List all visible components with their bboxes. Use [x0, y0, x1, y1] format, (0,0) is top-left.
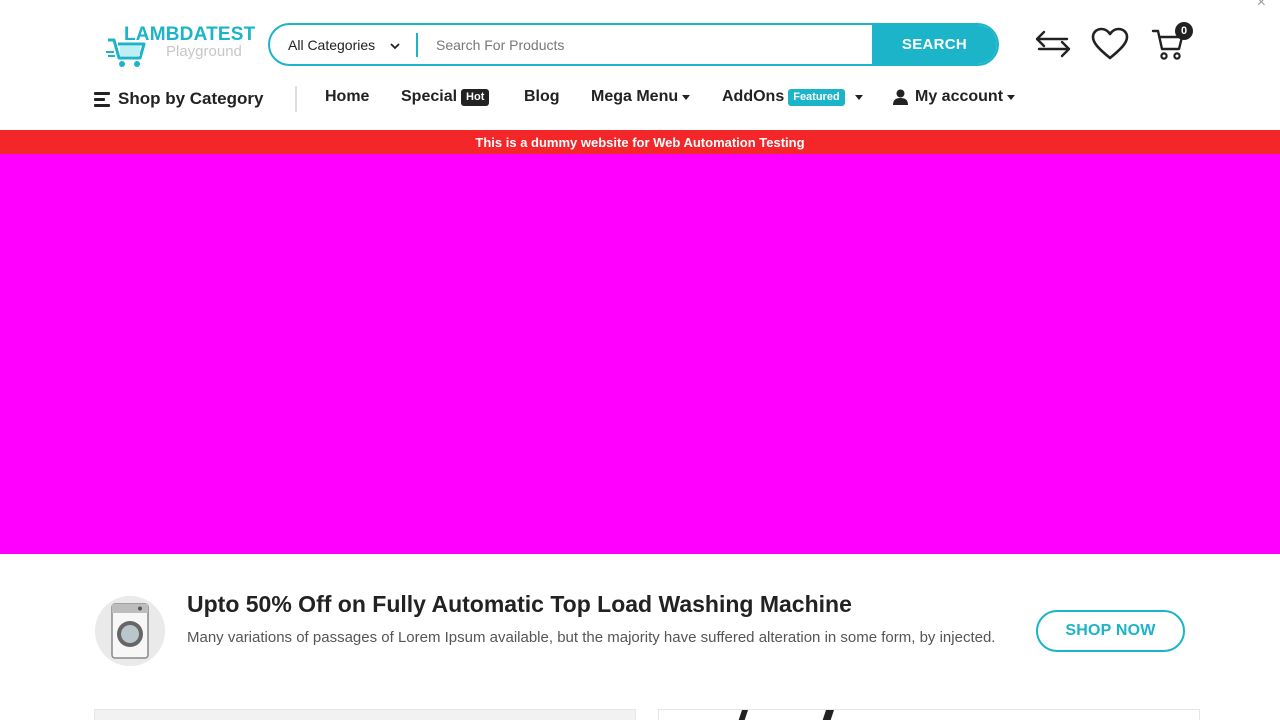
site-logo[interactable]: LAMBDATEST Playground — [106, 24, 255, 68]
compare-button[interactable] — [1033, 26, 1073, 62]
shop-by-category-button[interactable]: Shop by Category — [94, 89, 263, 109]
search-input[interactable] — [418, 25, 872, 64]
user-icon — [893, 89, 908, 105]
product-card[interactable] — [658, 709, 1200, 720]
category-select-value: All Categories — [288, 36, 376, 53]
nav-item-my-account[interactable]: My account — [893, 88, 1016, 106]
nav-item-label: Mega Menu — [591, 88, 679, 105]
product-image — [738, 710, 834, 720]
site-header: × LAMBDATEST Playground All Categories S… — [0, 0, 1280, 130]
nav-item-mega-menu[interactable]: Mega Menu — [591, 88, 691, 106]
product-card[interactable] — [94, 709, 636, 720]
nav-item-label: Blog — [524, 88, 560, 105]
nav-divider — [295, 86, 297, 112]
notice-banner: This is a dummy website for Web Automati… — [0, 130, 1280, 154]
category-select[interactable]: All Categories — [270, 25, 416, 64]
wishlist-button[interactable] — [1090, 26, 1130, 62]
menu-icon — [94, 91, 110, 107]
nav-item-home[interactable]: Home — [325, 88, 369, 106]
close-icon[interactable]: × — [1257, 0, 1266, 12]
compare-arrows-icon — [1035, 30, 1071, 58]
heart-icon — [1091, 27, 1129, 60]
nav-item-label: Special — [401, 88, 458, 105]
cart-count-badge: 0 — [1175, 22, 1193, 40]
search-bar: All Categories SEARCH — [268, 23, 999, 66]
nav-item-label: Home — [325, 88, 370, 105]
featured-badge: Featured — [788, 88, 845, 106]
cart-button[interactable]: 0 — [1149, 22, 1193, 62]
nav-item-addons[interactable]: AddOns Featured — [722, 88, 863, 106]
logo-sub-text: Playground — [166, 43, 242, 60]
caret-down-icon — [1007, 94, 1016, 100]
promo-section: Upto 50% Off on Fully Automatic Top Load… — [0, 554, 1280, 704]
notice-banner-text: This is a dummy website for Web Automati… — [475, 134, 805, 150]
washing-machine-image — [95, 596, 165, 666]
main-navigation: Shop by Category Home Special Hot Blog M… — [0, 84, 1280, 116]
nav-item-blog[interactable]: Blog — [524, 88, 560, 106]
shop-by-category-label: Shop by Category — [118, 89, 264, 108]
caret-down-icon — [682, 94, 691, 100]
hot-badge: Hot — [461, 88, 490, 106]
promo-description: Many variations of passages of Lorem Ips… — [187, 629, 996, 646]
search-button[interactable]: SEARCH — [872, 25, 997, 64]
nav-item-special[interactable]: Special Hot — [401, 88, 490, 106]
nav-item-label: My account — [915, 88, 1004, 105]
hero-slider[interactable] — [0, 154, 1280, 554]
caret-down-icon — [854, 94, 863, 100]
chevron-down-icon — [390, 43, 400, 50]
promo-title: Upto 50% Off on Fully Automatic Top Load… — [187, 591, 852, 617]
shop-now-button[interactable]: SHOP NOW — [1036, 610, 1185, 652]
nav-item-label: AddOns — [722, 88, 785, 105]
